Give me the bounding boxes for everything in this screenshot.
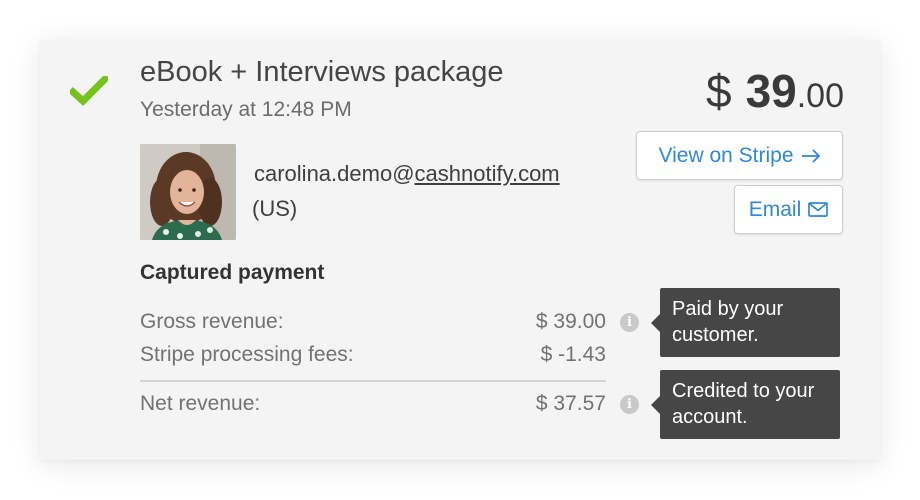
stripe-fees-label: Stripe processing fees: (140, 343, 354, 366)
arrow-right-icon (801, 148, 821, 163)
customer-country: (US) (252, 196, 298, 221)
customer-avatar (140, 144, 236, 240)
email-user: carolina.demo@ (254, 161, 415, 186)
view-on-stripe-label: View on Stripe (658, 143, 794, 167)
payment-amount: $39.00 (706, 64, 844, 118)
envelope-icon (808, 202, 829, 217)
net-revenue-label: Net revenue: (140, 392, 261, 415)
tooltip-gross-revenue: Paid by your customer. (651, 288, 840, 357)
amount-major: 39 (745, 65, 797, 117)
captured-payment-heading: Captured payment (140, 261, 325, 284)
totals-divider (140, 380, 606, 382)
net-revenue-value: $ 37.57 (535, 392, 606, 415)
info-icon[interactable]: i (620, 313, 639, 332)
checkmark-icon (70, 76, 108, 106)
info-icon[interactable]: i (620, 395, 639, 414)
stripe-fees-value: $ -1.43 (540, 343, 606, 366)
payment-timestamp: Yesterday at 12:48 PM (140, 98, 352, 121)
email-button[interactable]: Email (734, 185, 843, 234)
email-button-label: Email (748, 197, 802, 221)
product-title: eBook + Interviews package (140, 56, 504, 88)
tooltip-net-revenue: Credited to your account. (651, 370, 840, 439)
customer-email[interactable]: carolina.demo@cashnotify.com (254, 161, 560, 187)
gross-revenue-value: $ 39.00 (535, 310, 606, 333)
email-domain[interactable]: cashnotify.com (415, 161, 560, 186)
view-on-stripe-button[interactable]: View on Stripe (636, 131, 843, 180)
amount-cents: .00 (796, 77, 844, 115)
gross-revenue-label: Gross revenue: (140, 310, 284, 333)
payment-card: eBook + Interviews package Yesterday at … (40, 40, 880, 460)
amount-currency: $ (705, 65, 732, 117)
